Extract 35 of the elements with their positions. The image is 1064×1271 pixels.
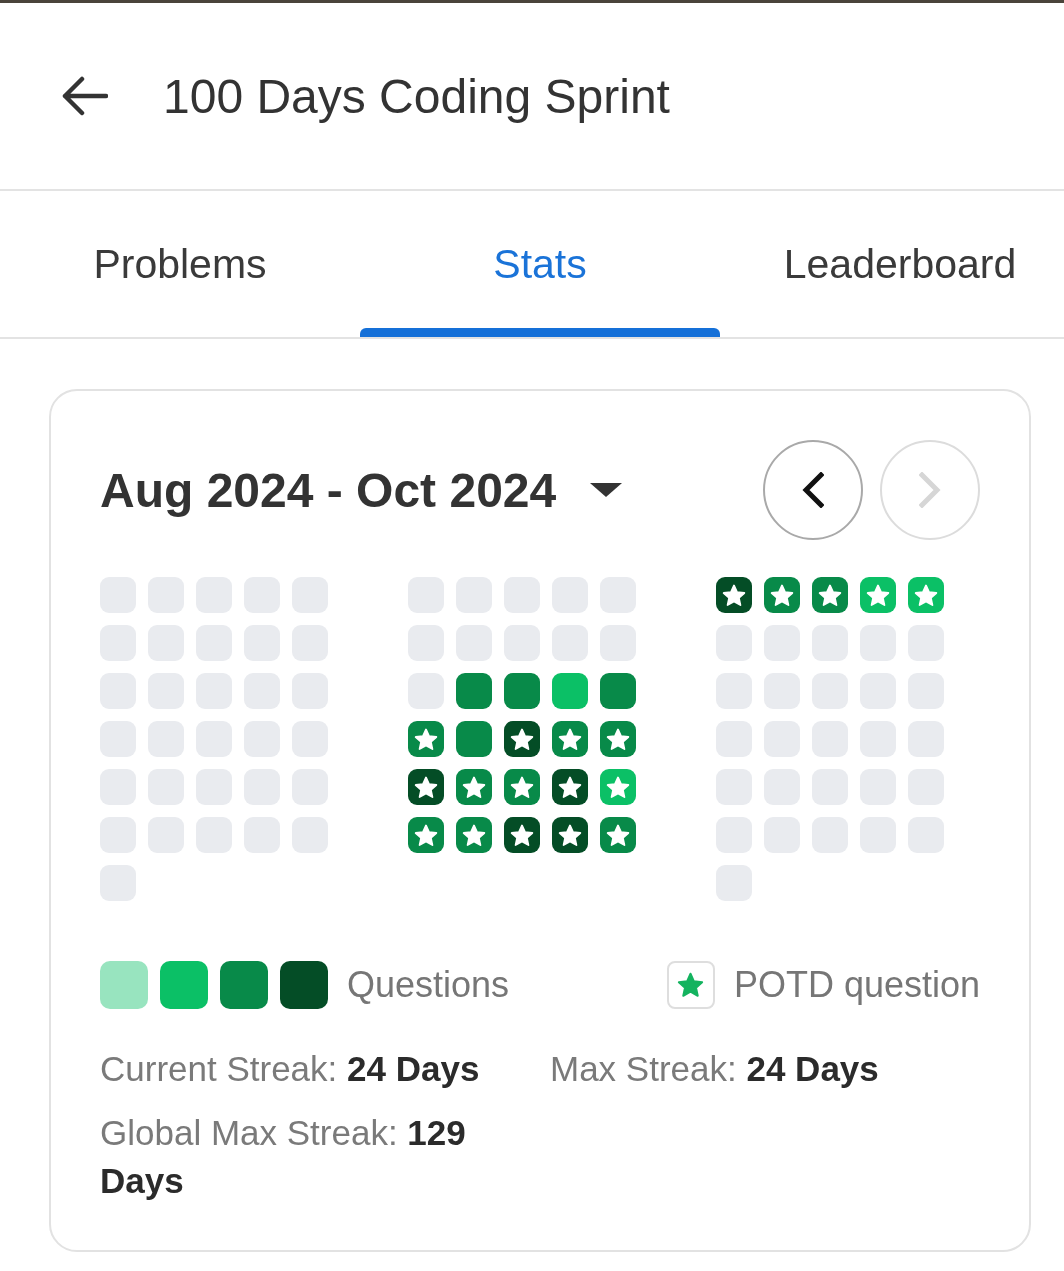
- star-icon: [606, 775, 630, 799]
- star-icon: [558, 775, 582, 799]
- star-icon: [914, 583, 938, 607]
- legend-label: Questions: [347, 964, 510, 1006]
- previous-button[interactable]: [763, 440, 863, 540]
- chevron-right-icon: [919, 472, 941, 508]
- back-button[interactable]: [60, 76, 108, 116]
- star-icon: [770, 583, 794, 607]
- star-icon: [606, 727, 630, 751]
- star-icon: [510, 775, 534, 799]
- star-icon: [866, 583, 890, 607]
- star-icon: [462, 823, 486, 847]
- star-icon: [414, 775, 438, 799]
- caret-icon: [590, 483, 623, 497]
- tab[interactable]: Leaderboard: [720, 191, 1064, 337]
- tab[interactable]: Problems: [0, 191, 360, 337]
- star-icon: [606, 823, 630, 847]
- arrow-left-icon: [60, 76, 108, 116]
- page-title: 100 Days Coding Sprint: [163, 68, 670, 124]
- streak-stat: Max Streak: 24 Days: [550, 1048, 880, 1090]
- star-icon: [462, 775, 486, 799]
- tab[interactable]: Stats: [360, 191, 720, 337]
- star-icon: [510, 727, 534, 751]
- star-icon: [510, 823, 534, 847]
- star-icon: [722, 583, 746, 607]
- chevron-left-icon: [802, 472, 824, 508]
- star-icon: [558, 727, 582, 751]
- star-icon: [818, 583, 842, 607]
- star-icon: [414, 727, 438, 751]
- legend-label: POTD question: [733, 964, 980, 1006]
- star-icon: [414, 823, 438, 847]
- date-range-dropdown[interactable]: Aug 2024 - Oct 2024: [100, 462, 623, 518]
- streak-stat: Current Streak: 24 Days: [100, 1048, 481, 1090]
- streak-stat: Global Max Streak: 129 Days: [100, 1112, 467, 1202]
- star-icon: [558, 823, 582, 847]
